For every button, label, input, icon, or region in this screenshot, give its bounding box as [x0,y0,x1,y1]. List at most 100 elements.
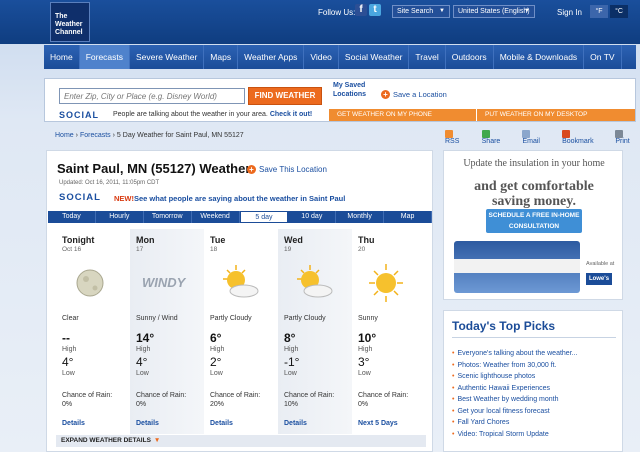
chance-of-rain: 20% [210,401,225,408]
list-item[interactable]: • Get your local fitness forecast [452,406,577,418]
tab-hourly[interactable]: Hourly [96,211,144,223]
windy-icon: WINDY [142,275,187,290]
celsius-toggle[interactable]: °C [610,5,628,18]
list-item[interactable]: • Everyone's talking about the weather... [452,348,577,360]
breadcrumb-forecasts[interactable]: Forecasts [80,132,111,139]
chance-of-rain-label: Chance of Rain: [358,392,409,399]
pick-label: Fall Yard Chores [457,419,510,426]
plus-icon: + [381,90,390,99]
partly-cloudy-icon [297,265,333,298]
nav-weather-apps[interactable]: Weather Apps [238,45,305,69]
find-weather-button[interactable]: FIND WEATHER [248,87,322,105]
nav-severe-weather[interactable]: Severe Weather [130,45,205,69]
tab-today[interactable]: Today [48,211,96,223]
forecast-day-wed: Wed 19 Partly Cloudy 8° High -1° Low Cha… [278,229,352,434]
available-at-label: Available at [586,261,615,267]
tab-5-day[interactable]: 5 day [239,211,289,223]
nav-maps[interactable]: Maps [204,45,239,69]
high-temp: 10° [358,331,377,345]
expand-label: EXPAND WEATHER DETAILS [61,437,151,444]
nav-social-weather[interactable]: Social Weather [339,45,410,69]
nav-outdoors[interactable]: Outdoors [446,45,494,69]
product-label-stripe [454,259,580,273]
list-item[interactable]: • Scenic lighthouse photos [452,371,577,383]
schedule-consultation-button[interactable]: SCHEDULE A FREE IN-HOME CONSULTATION [486,209,582,233]
high-temp: 6° [210,331,222,345]
social-saint-paul-link[interactable]: See what people are saying about the wea… [134,194,345,203]
rss-link[interactable]: RSS [445,130,470,145]
clear-moon-icon [76,269,104,297]
nav-video[interactable]: Video [304,45,339,69]
nav-home[interactable]: Home [44,45,80,69]
save-a-location-label: Save a Location [393,90,447,99]
save-a-location-link[interactable]: + Save a Location [381,90,447,99]
details-link[interactable]: Details [284,420,307,427]
list-item[interactable]: • Fall Yard Chores [452,417,577,429]
nav-mobile-downloads[interactable]: Mobile & Downloads [494,45,585,69]
tab-monthly[interactable]: Monthly [336,211,385,223]
tab-10-day[interactable]: 10 day [288,211,337,223]
pick-label: Scenic lighthouse photos [457,373,536,380]
save-this-location-label: Save This Location [259,165,327,174]
updated-timestamp: Updated: Oct 16, 2011, 11:05pm CDT [59,180,160,186]
high-label: High [358,346,373,353]
email-label: Email [522,138,540,145]
top-bar: The Weather Channel Follow Us: f t Site … [0,0,640,44]
share-link[interactable]: Share [481,130,511,145]
email-link[interactable]: Email [522,130,550,145]
main-nav: Home Forecasts Severe Weather Maps Weath… [44,45,636,69]
twitter-icon[interactable]: t [369,4,381,16]
pick-label: Authentic Hawaii Experiences [457,384,551,392]
details-link[interactable]: Details [62,420,85,427]
list-item[interactable]: • Photos: Weather from 30,000 ft. [452,360,577,372]
country-dropdown[interactable]: United States (English) ▼ [453,5,535,18]
bullet-icon: • [452,361,455,369]
print-label: Print [615,138,630,145]
condition: Clear [62,315,79,322]
insulation-ad[interactable]: Update the insulation in your home and g… [443,150,623,300]
day-date: Oct 16 [62,246,82,253]
print-link[interactable]: Print [615,130,640,145]
breadcrumb-home[interactable]: Home [55,132,74,139]
partly-cloudy-icon [223,265,259,298]
tab-weekend[interactable]: Weekend [192,211,240,223]
lowes-logo: Lowe's [586,273,612,285]
location-search-input[interactable] [59,88,245,104]
condition: Partly Cloudy [284,315,326,322]
breadcrumb: Home › Forecasts › 5 Day Weather for Sai… [55,132,244,139]
share-label: Share [481,138,501,145]
breadcrumb-current: 5 Day Weather for Saint Paul, MN 55127 [116,132,244,139]
chevron-down-icon: ▼ [524,8,530,14]
chance-of-rain: 0% [358,401,369,408]
details-link[interactable]: Details [210,420,233,427]
facebook-icon[interactable]: f [355,4,367,16]
chance-of-rain-label: Chance of Rain: [136,392,187,399]
details-link[interactable]: Details [136,420,159,427]
fahrenheit-toggle[interactable]: °F [590,5,608,18]
nav-on-tv[interactable]: On TV [584,45,622,69]
expand-weather-details-button[interactable]: EXPAND WEATHER DETAILS ▼ [56,435,426,447]
bullet-icon: • [452,407,455,415]
put-weather-on-desktop-button[interactable]: PUT WEATHER ON MY DESKTOP [477,109,635,121]
chance-of-rain-label: Chance of Rain: [210,392,261,399]
list-item[interactable]: • Best Weather by wedding month [452,394,577,406]
sign-in-link[interactable]: Sign In [557,8,582,17]
high-label: High [62,346,77,353]
next-5-days-link[interactable]: Next 5 Days [358,420,398,427]
site-search-dropdown[interactable]: Site Search ▼ [392,5,450,18]
save-this-location-link[interactable]: + Save This Location [247,165,327,174]
bookmark-link[interactable]: Bookmark [562,130,603,145]
tab-map[interactable]: Map [384,211,432,223]
get-weather-on-phone-button[interactable]: GET WEATHER ON MY PHONE [329,109,476,121]
nav-forecasts[interactable]: Forecasts [79,45,131,69]
list-item[interactable]: • Video: Tropical Storm Update [452,429,577,441]
tab-tomorrow[interactable]: Tomorrow [144,211,192,223]
nav-travel[interactable]: Travel [409,45,446,69]
forecast-day-mon: Mon 17 WINDY Sunny / Wind 14° High 4° Lo… [130,229,204,434]
list-item[interactable]: • Authentic Hawaii Experiences [452,383,577,395]
weather-channel-logo[interactable]: The Weather Channel [50,2,90,42]
bookmark-icon [562,130,571,138]
my-saved-locations-link[interactable]: My Saved Locations [333,82,375,99]
check-it-out-link[interactable]: Check it out! [270,111,312,118]
high-temp: -- [62,331,70,345]
